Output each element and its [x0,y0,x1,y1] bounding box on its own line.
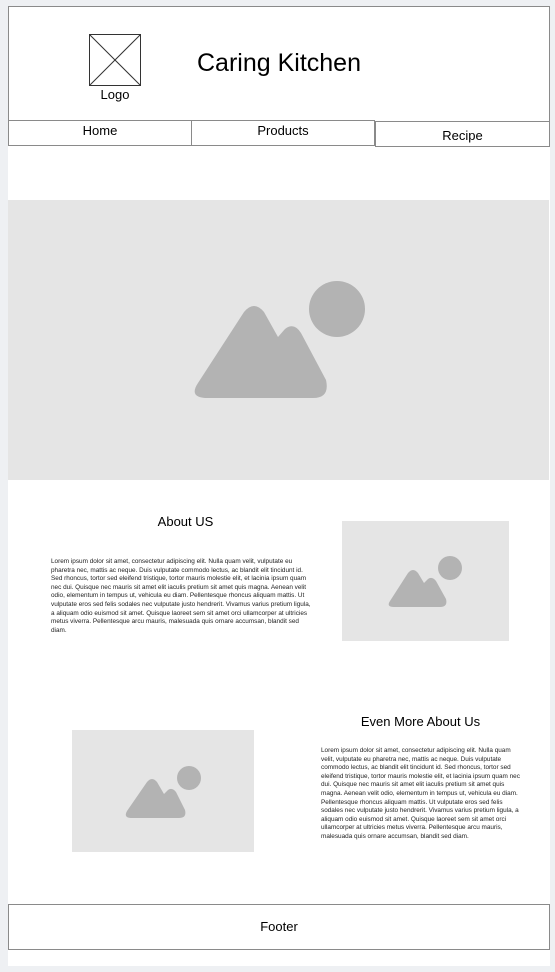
wireframe-page: Logo Caring Kitchen Home Products Recipe… [8,6,550,966]
image-placeholder-icon [194,281,365,398]
image-placeholder-icon [125,766,201,818]
about-image [342,521,509,641]
about-title: About US [157,514,214,529]
about-body: Lorem ipsum dolor sit amet, consectetur … [51,558,311,634]
more-about-image [72,730,254,852]
more-about-title: Even More About Us [360,714,481,729]
more-about-body: Lorem ipsum dolor sit amet, consectetur … [321,747,520,840]
image-placeholder-icon [388,556,462,607]
nav-item-label: Products [257,123,309,138]
nav-item-recipe[interactable]: Recipe [375,121,550,147]
nav-item-label: Home [82,123,118,138]
logo-label: Logo [100,87,130,102]
hero-image [8,200,549,480]
nav-item-products[interactable]: Products [191,120,375,146]
nav-item-label: Recipe [442,128,483,143]
nav-item-home[interactable]: Home [8,120,192,146]
site-title: Caring Kitchen [197,49,361,77]
site-header: Logo Caring Kitchen [8,6,550,122]
main-nav: Home Products Recipe [8,120,550,147]
site-footer: Footer [8,904,550,950]
logo-placeholder-icon[interactable] [89,34,141,86]
footer-label: Footer [260,919,298,934]
